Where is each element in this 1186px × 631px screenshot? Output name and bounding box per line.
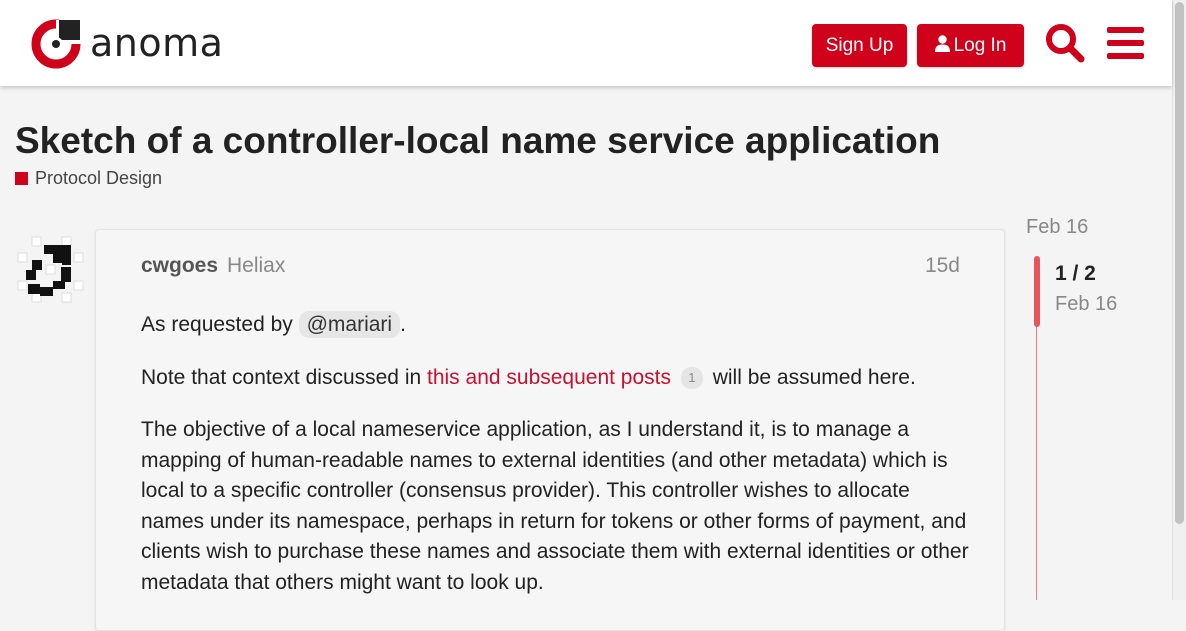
anoma-logo[interactable] — [30, 18, 82, 70]
site-header: anoma Sign Up Log In — [0, 0, 1172, 86]
brand-name[interactable]: anoma — [90, 18, 223, 68]
timeline-scroll-handle[interactable] — [1034, 256, 1040, 327]
timeline-current-date: Feb 16 — [1055, 293, 1118, 315]
post-date[interactable]: 15d — [925, 254, 960, 278]
post-paragraph-2: Note that context discussed in this and … — [141, 365, 916, 389]
post-username[interactable]: cwgoes — [141, 254, 218, 278]
category-badge[interactable]: Protocol Design — [15, 166, 162, 190]
user-icon — [934, 35, 950, 53]
menu-icon[interactable] — [1107, 22, 1144, 64]
user-mention[interactable]: @mariari — [298, 311, 401, 338]
timeline-position: 1 / 2 — [1055, 262, 1096, 285]
post-paragraph-3: The objective of a local nameservice app… — [141, 418, 969, 594]
sign-up-button[interactable]: Sign Up — [812, 24, 907, 67]
search-icon[interactable] — [1044, 22, 1086, 64]
subsequent-posts-link[interactable]: this and subsequent posts — [427, 366, 671, 389]
log-in-button[interactable]: Log In — [917, 24, 1024, 67]
scrollbar-thumb[interactable] — [1175, 2, 1184, 524]
sign-up-label: Sign Up — [825, 35, 894, 56]
post-card: cwgoes Heliax 15d As requested by @maria… — [95, 229, 1005, 631]
link-click-count: 1 — [680, 366, 703, 389]
topic-title[interactable]: Sketch of a controller-local name servic… — [15, 118, 940, 164]
post-paragraph-1: As requested by @mariari. — [141, 311, 406, 338]
log-in-label: Log In — [953, 35, 1007, 56]
category-color-square — [15, 172, 28, 185]
post-user-title: Heliax — [227, 254, 286, 277]
category-label: Protocol Design — [35, 168, 163, 188]
timeline-start-date[interactable]: Feb 16 — [1026, 216, 1088, 239]
post-body: As requested by @mariari. Note that cont… — [141, 310, 971, 620]
user-avatar[interactable] — [16, 235, 85, 304]
